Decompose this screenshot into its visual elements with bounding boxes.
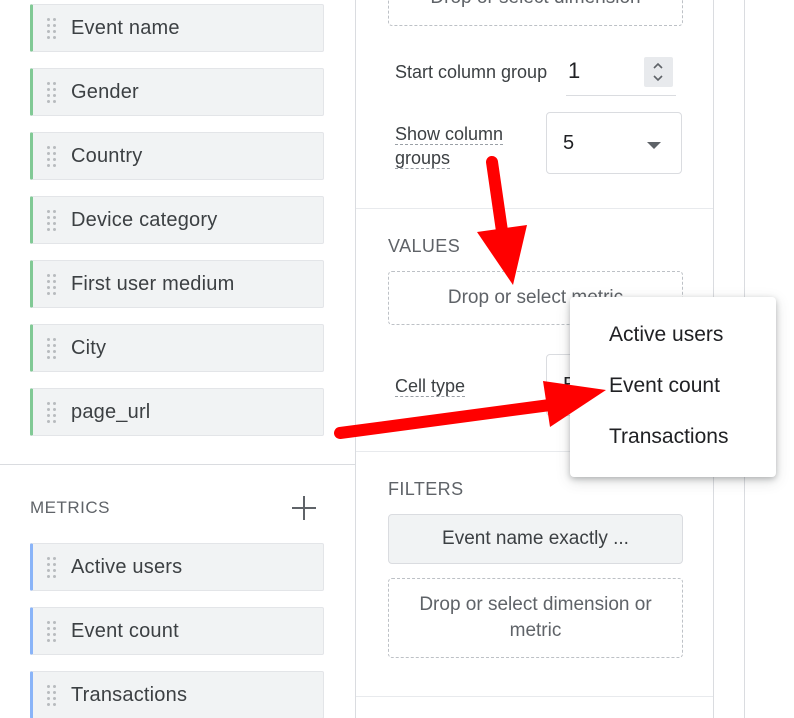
dimension-chip-label: First user medium <box>71 272 235 295</box>
dimension-chip-label: Event name <box>71 16 180 39</box>
drag-handle-icon[interactable] <box>47 557 57 578</box>
metric-select-menu: Active users Event count Transactions <box>570 297 776 477</box>
show-column-groups-value: 5 <box>563 132 575 154</box>
metric-chip-label: Event count <box>71 619 179 642</box>
dimension-chip-label: Country <box>71 144 143 167</box>
add-metric-plus-icon[interactable] <box>290 494 318 522</box>
columns-dropzone[interactable]: Drop or select dimension <box>388 0 683 26</box>
variables-panel: Event name Gender Country Device categor… <box>0 0 356 718</box>
metric-chip-event-count[interactable]: Event count <box>30 607 324 655</box>
dropdown-caret-icon <box>647 142 661 149</box>
drag-handle-icon[interactable] <box>47 402 57 423</box>
filter-chip-event-name[interactable]: Event name exactly ... <box>388 514 683 564</box>
filters-heading: FILTERS <box>388 479 464 499</box>
menu-item-active-users[interactable]: Active users <box>570 311 776 359</box>
dimension-chip-first-user-medium[interactable]: First user medium <box>30 260 324 308</box>
metric-chip-transactions[interactable]: Transactions <box>30 671 324 718</box>
number-stepper[interactable] <box>644 57 673 87</box>
dimension-chip-country[interactable]: Country <box>30 132 324 180</box>
dimension-chip-label: City <box>71 336 107 359</box>
dimension-chip-city[interactable]: City <box>30 324 324 372</box>
chevron-up-icon[interactable] <box>652 60 664 72</box>
dimension-chip-label: page_url <box>71 400 151 423</box>
drag-handle-icon[interactable] <box>47 338 57 359</box>
filter-chip-text: Event name exactly ... <box>442 528 629 549</box>
dimension-chip-device-category[interactable]: Device category <box>30 196 324 244</box>
show-column-groups-label: Show column groups <box>395 124 504 169</box>
metric-chip-active-users[interactable]: Active users <box>30 543 324 591</box>
show-column-groups-select[interactable]: 5 <box>546 112 682 174</box>
start-column-group-value: 1 <box>568 58 581 83</box>
start-column-group-label: Start column group <box>395 62 548 82</box>
dimension-chip-gender[interactable]: Gender <box>30 68 324 116</box>
dimension-chip-page-url[interactable]: page_url <box>30 388 324 436</box>
drag-handle-icon[interactable] <box>47 82 57 103</box>
section-divider <box>356 696 713 697</box>
menu-item-event-count[interactable]: Event count <box>570 362 776 410</box>
filters-dropzone-text: Drop or select dimension or metric <box>419 594 652 641</box>
drag-handle-icon[interactable] <box>47 146 57 167</box>
values-heading: VALUES <box>388 236 461 256</box>
filters-dropzone[interactable]: Drop or select dimension or metric <box>388 578 683 658</box>
drag-handle-icon[interactable] <box>47 274 57 295</box>
drag-handle-icon[interactable] <box>47 621 57 642</box>
drag-handle-icon[interactable] <box>47 210 57 231</box>
cell-type-label: Cell type <box>395 376 466 397</box>
dimension-chip-label: Device category <box>71 208 218 231</box>
drag-handle-icon[interactable] <box>47 18 57 39</box>
metric-chip-label: Active users <box>71 555 183 578</box>
drag-handle-icon[interactable] <box>47 685 57 706</box>
metric-chip-label: Transactions <box>71 683 188 706</box>
dimension-chip-event-name[interactable]: Event name <box>30 4 324 52</box>
section-divider <box>0 464 356 465</box>
columns-dropzone-text: Drop or select dimension <box>430 0 640 11</box>
metrics-heading: METRICS <box>30 498 110 517</box>
dimension-chip-label: Gender <box>71 80 139 103</box>
menu-item-transactions[interactable]: Transactions <box>570 413 776 461</box>
section-divider <box>356 208 713 209</box>
chevron-down-icon[interactable] <box>652 72 664 84</box>
